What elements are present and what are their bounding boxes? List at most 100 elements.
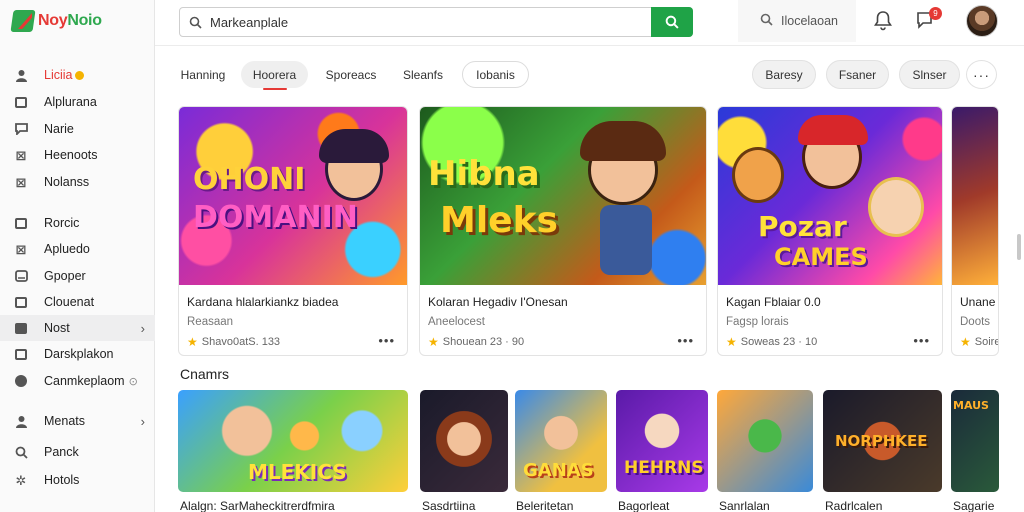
logo-text: NoyNoio bbox=[38, 12, 102, 29]
card-meta: ★ Shouean 23 · 90 bbox=[428, 335, 525, 349]
search-icon bbox=[180, 16, 210, 29]
star-icon: ★ bbox=[726, 335, 737, 349]
thumb-label-3: Bagorleat bbox=[618, 499, 670, 512]
chevron-right-icon: › bbox=[140, 320, 145, 336]
search-input[interactable] bbox=[210, 14, 640, 30]
gold-badge-icon bbox=[74, 70, 84, 80]
card-subtitle: Reasaan bbox=[187, 316, 234, 328]
chat-icon bbox=[14, 122, 28, 136]
user-avatar[interactable] bbox=[966, 5, 998, 37]
card-icon bbox=[14, 295, 28, 309]
featured-card-2[interactable]: Pozar CAMES Kagan Fblaiar 0.0 Fagsp lora… bbox=[717, 106, 943, 356]
filter-pill-2[interactable]: Slnser bbox=[899, 60, 960, 89]
cross-icon: ⊠ bbox=[15, 147, 27, 163]
app-logo[interactable]: NoyNoio bbox=[10, 8, 102, 34]
scrollbar[interactable] bbox=[1017, 234, 1021, 260]
tab-2[interactable]: Sporeacs bbox=[318, 61, 384, 88]
card-title: Kolaran Hegadiv I'Onesan bbox=[428, 295, 568, 309]
sidebar-item-8[interactable]: Clouenat bbox=[0, 289, 155, 315]
card-meta: ★ Soire bbox=[960, 335, 999, 349]
sidebar-item-12[interactable]: Menats › bbox=[0, 408, 155, 434]
search-icon bbox=[760, 13, 773, 29]
game-thumb-6[interactable]: MAUS bbox=[951, 390, 999, 492]
sidebar-item-3[interactable]: ⊠ Heenoots bbox=[0, 142, 155, 168]
folder-icon bbox=[14, 321, 28, 335]
section-title: Cnamrs bbox=[180, 366, 230, 382]
game-thumb-4[interactable] bbox=[717, 390, 813, 492]
featured-card-1[interactable]: Hibna Mleks Kolaran Hegadiv I'Onesan Ane… bbox=[419, 106, 707, 356]
card-icon bbox=[14, 216, 28, 230]
sidebar-item-6[interactable]: ⊠ Apluedo bbox=[0, 236, 155, 262]
more-icon[interactable]: ••• bbox=[677, 333, 694, 348]
game-thumb-5[interactable]: NORPHKEE bbox=[823, 390, 942, 492]
card-icon bbox=[14, 347, 28, 361]
bell-icon[interactable] bbox=[873, 10, 893, 32]
more-options-button[interactable]: ··· bbox=[966, 60, 997, 89]
star-icon: ★ bbox=[187, 335, 198, 349]
card-meta: ★ Soweas 23 · 10 bbox=[726, 335, 818, 349]
more-icon[interactable]: ••• bbox=[378, 333, 395, 348]
card-title: Kardana hlalarkiankz biadea bbox=[187, 295, 339, 309]
featured-card-0[interactable]: OHONI DOMANIN Kardana hlalarkiankz biade… bbox=[178, 106, 408, 356]
sidebar-item-9[interactable]: Nost › bbox=[0, 315, 155, 341]
tab-3[interactable]: Sleanfs bbox=[392, 61, 454, 88]
info-icon: ⊙ bbox=[128, 375, 138, 388]
card-title: Unane bbox=[960, 295, 996, 309]
sidebar-item-0[interactable]: Liciia bbox=[0, 62, 155, 88]
circle-icon bbox=[14, 374, 28, 388]
logo-icon bbox=[10, 10, 36, 32]
star-icon: ★ bbox=[960, 335, 971, 349]
thumb-label-5: Radrlcalen bbox=[825, 499, 883, 512]
game-thumb-0[interactable]: MLEKICS bbox=[178, 390, 408, 492]
game-artwork: OHONI DOMANIN bbox=[179, 107, 407, 285]
header-divider bbox=[155, 45, 1024, 46]
sidebar-item-4[interactable]: ⊠ Nolanss bbox=[0, 169, 155, 195]
secondary-search[interactable]: Ilocelaoan bbox=[738, 0, 856, 42]
thumb-label-0: Alalgn: SarMaheckitrerdfmira bbox=[180, 499, 335, 512]
search-icon bbox=[14, 445, 28, 459]
card-subtitle: Fagsp lorais bbox=[726, 316, 789, 328]
thumb-label-6: Sagarie bbox=[953, 499, 995, 512]
card-subtitle: Aneelocest bbox=[428, 316, 485, 328]
thumb-label-1: Sasdrtiina bbox=[422, 499, 476, 512]
card-icon bbox=[14, 95, 28, 109]
star-icon: ★ bbox=[428, 335, 439, 349]
search-icon bbox=[665, 15, 679, 29]
home-icon bbox=[14, 68, 28, 82]
character-face bbox=[868, 177, 924, 237]
chart-icon: ⊠ bbox=[15, 174, 27, 190]
game-thumb-2[interactable]: GANAS bbox=[515, 390, 607, 492]
search-bar[interactable] bbox=[179, 7, 693, 37]
card-title: Kagan Fblaiar 0.0 bbox=[726, 295, 821, 309]
sidebar-item-11[interactable]: Canmkeplaom ⊙ bbox=[0, 368, 155, 394]
thumb-label-4: Sanrlalan bbox=[719, 499, 770, 512]
card-subtitle: Doots bbox=[960, 316, 991, 328]
cross-icon: ⊠ bbox=[15, 241, 27, 257]
notifications-button[interactable]: 9 bbox=[915, 7, 942, 33]
sidebar-item-1[interactable]: Alplurana bbox=[0, 89, 155, 115]
filter-pill-0[interactable]: Baresy bbox=[752, 60, 816, 89]
game-artwork: Hibna Mleks bbox=[420, 107, 706, 285]
filter-pill-1[interactable]: Fsaner bbox=[826, 60, 889, 89]
game-thumb-3[interactable]: HEHRNS bbox=[616, 390, 708, 492]
sidebar-item-2[interactable]: Narie bbox=[0, 116, 155, 142]
sidebar-item-7[interactable]: Gpoper bbox=[0, 263, 155, 289]
gear-icon: ✲ bbox=[15, 472, 27, 488]
tab-0[interactable]: Hanning bbox=[172, 61, 234, 88]
sidebar: NoyNoio Liciia Alplurana Narie ⊠ Heenoot… bbox=[0, 0, 155, 512]
sidebar-item-5[interactable]: Rorcic bbox=[0, 210, 155, 236]
featured-card-3[interactable]: Unane Doots ★ Soire bbox=[951, 106, 999, 356]
game-thumb-1[interactable] bbox=[420, 390, 508, 492]
tab-4[interactable]: Iobanis bbox=[462, 61, 529, 88]
tab-1[interactable]: Hoorera bbox=[241, 61, 308, 90]
chevron-right-icon: › bbox=[140, 413, 145, 429]
game-artwork: Pozar CAMES bbox=[718, 107, 942, 285]
thumb-label-2: Beleritetan bbox=[516, 499, 574, 512]
sidebar-item-14[interactable]: ✲ Hotols bbox=[0, 467, 155, 493]
sidebar-item-10[interactable]: Darskplakon bbox=[0, 341, 155, 367]
card-meta: ★ Shavo0atS. 133 bbox=[187, 335, 281, 349]
search-button[interactable] bbox=[651, 7, 693, 37]
sidebar-item-13[interactable]: Panck bbox=[0, 439, 155, 465]
globe-icon bbox=[14, 269, 28, 283]
more-icon[interactable]: ••• bbox=[913, 333, 930, 348]
